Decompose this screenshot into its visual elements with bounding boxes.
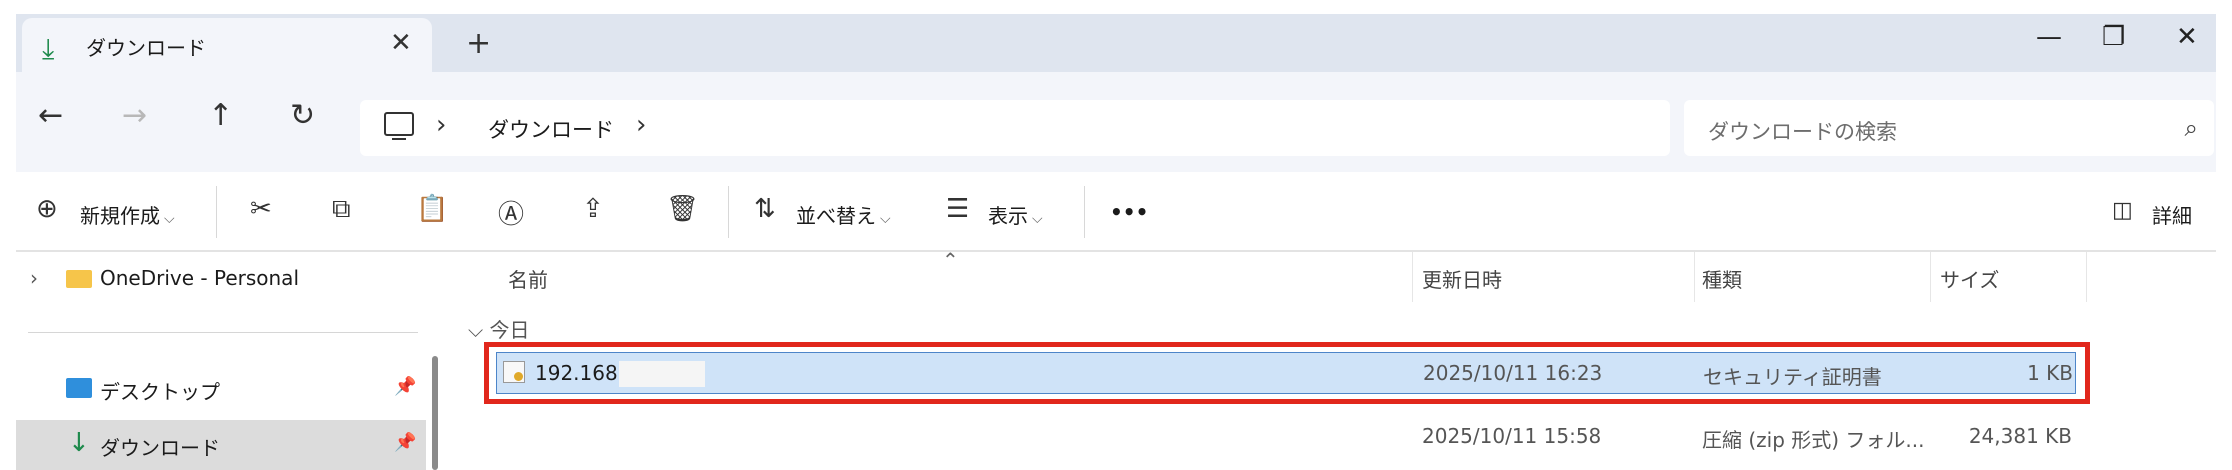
- toolbar-divider: [216, 186, 217, 238]
- toolbar-divider: [728, 186, 729, 238]
- sidebar-item-label: デスクトップ: [100, 380, 220, 404]
- command-bar: ⊕ 新規作成 ⌵ ✂ ⧉ 📋 Ⓐ ⇪ 🗑 ⇅ 並べ替え ⌵ ☰ 表示 ⌵ ••• ◫ …: [16, 172, 2216, 252]
- redacted-area: [619, 361, 705, 387]
- sidebar-item-desktop[interactable]: デスクトップ 📌: [16, 364, 426, 414]
- up-button[interactable]: ↑: [208, 98, 233, 133]
- navigation-bar: ← → ↑ ↻ › ダウンロード › ダウンロードの検索 ⌕: [16, 72, 2216, 172]
- close-window-button[interactable]: ✕: [2176, 22, 2198, 52]
- pin-icon[interactable]: 📌: [394, 376, 416, 397]
- expand-chevron-icon[interactable]: ›: [30, 266, 38, 290]
- delete-icon[interactable]: 🗑: [666, 194, 699, 224]
- tab-title: ダウンロード: [86, 36, 206, 60]
- file-type: セキュリティ証明書: [1703, 365, 1882, 389]
- view-list-icon: ☰: [946, 194, 970, 224]
- computer-icon[interactable]: [384, 112, 414, 140]
- sidebar-item-onedrive[interactable]: › OneDrive - Personal: [16, 254, 426, 304]
- breadcrumb-downloads[interactable]: ダウンロード: [488, 114, 614, 144]
- sidebar-item-label: OneDrive - Personal: [100, 266, 299, 290]
- explorer-window: ⤓ ダウンロード ✕ + — ❐ ✕ ← → ↑ ↻ › ダウンロード › ダウ…: [16, 14, 2216, 470]
- minimize-button[interactable]: —: [2036, 22, 2062, 52]
- tab-downloads[interactable]: ⤓ ダウンロード ✕: [22, 18, 432, 72]
- download-icon: ↓: [68, 428, 90, 458]
- refresh-button[interactable]: ↻: [290, 98, 315, 133]
- new-icon: ⊕: [36, 194, 58, 224]
- column-divider[interactable]: [1694, 252, 1695, 302]
- column-header-type[interactable]: 種類: [1702, 264, 1742, 293]
- column-divider[interactable]: [1412, 252, 1413, 302]
- file-size: 24,381 KB: [1968, 424, 2072, 448]
- sidebar-item-label: ダウンロード: [100, 436, 220, 460]
- column-header-modified[interactable]: 更新日時: [1422, 264, 1502, 293]
- sidebar-item-downloads[interactable]: ↓ ダウンロード 📌: [16, 420, 426, 470]
- file-name: 192.168.: [535, 361, 625, 385]
- close-tab-icon[interactable]: ✕: [390, 28, 412, 58]
- title-bar: ⤓ ダウンロード ✕ + — ❐ ✕: [16, 14, 2216, 72]
- forward-button[interactable]: →: [122, 98, 147, 133]
- sort-caret-icon: ⌃: [942, 248, 959, 272]
- pin-icon[interactable]: 📌: [394, 432, 416, 453]
- search-icon: ⌕: [2184, 114, 2198, 142]
- rename-icon[interactable]: Ⓐ: [498, 194, 524, 231]
- more-options-button[interactable]: •••: [1110, 200, 1148, 224]
- paste-icon[interactable]: 📋: [416, 194, 448, 224]
- sort-label: 並べ替え ⌵: [796, 204, 891, 228]
- breadcrumb-separator[interactable]: ›: [436, 110, 446, 140]
- new-tab-button[interactable]: +: [466, 26, 491, 61]
- sidebar-divider: [28, 332, 418, 333]
- file-modified: 2025/10/11 16:23: [1423, 361, 1603, 385]
- navigation-pane: › OneDrive - Personal デスクトップ 📌 ↓ ダウンロード …: [16, 252, 446, 470]
- file-modified: 2025/10/11 15:58: [1422, 424, 1602, 448]
- column-header-name[interactable]: 名前: [508, 264, 548, 293]
- cut-icon[interactable]: ✂: [250, 194, 272, 224]
- group-header-today[interactable]: ⌵ 今日: [468, 314, 530, 343]
- details-pane-icon: ◫: [2112, 198, 2133, 223]
- search-box[interactable]: ダウンロードの検索 ⌕: [1684, 100, 2214, 156]
- desktop-icon: [66, 378, 92, 398]
- file-type: 圧縮 (zip 形式) フォル...: [1702, 428, 1925, 452]
- new-label: 新規作成 ⌵: [80, 204, 175, 228]
- file-list: ⌃ 名前 更新日時 種類 サイズ ⌵ 今日 192.168. 2025/10/1…: [456, 248, 2216, 470]
- table-row[interactable]: 192.168. 2025/10/11 16:23 セキュリティ証明書 1 KB: [496, 352, 2076, 394]
- column-divider[interactable]: [1930, 252, 1931, 302]
- folder-icon: [66, 270, 92, 288]
- details-label: 詳細: [2152, 204, 2192, 228]
- search-placeholder: ダウンロードの検索: [1708, 120, 1897, 144]
- back-button[interactable]: ←: [38, 98, 63, 133]
- download-icon: ⤓: [42, 32, 55, 65]
- column-header-size[interactable]: サイズ: [1940, 264, 1999, 293]
- address-bar[interactable]: › ダウンロード ›: [360, 100, 1670, 156]
- view-label: 表示 ⌵: [988, 204, 1043, 228]
- column-divider[interactable]: [2086, 252, 2087, 302]
- share-icon[interactable]: ⇪: [582, 194, 604, 224]
- restore-button[interactable]: ❐: [2102, 22, 2125, 52]
- copy-icon[interactable]: ⧉: [332, 194, 351, 225]
- breadcrumb-separator[interactable]: ›: [636, 110, 646, 140]
- sort-icon: ⇅: [754, 194, 776, 224]
- sidebar-scrollbar[interactable]: [432, 356, 438, 470]
- toolbar-divider: [1084, 186, 1085, 238]
- file-size: 1 KB: [2027, 361, 2073, 385]
- certificate-icon: [503, 361, 525, 383]
